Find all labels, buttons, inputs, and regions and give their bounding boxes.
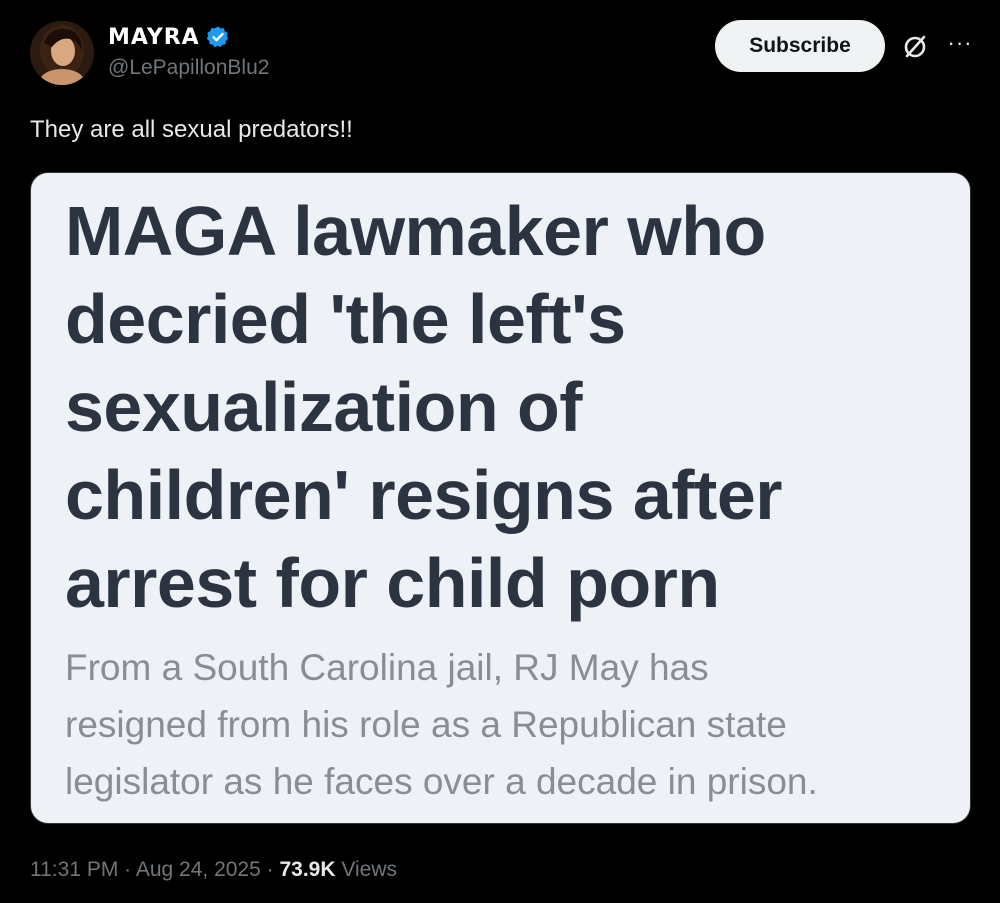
author-handle[interactable]: @LePapillonBlu2 — [108, 56, 269, 80]
author-name-row: MAYRA — [108, 22, 230, 52]
grok-slash-circle-icon[interactable] — [900, 32, 930, 62]
headline-line: children' resigns after — [65, 456, 783, 534]
article-subheadline: From a South Carolina jail, RJ May has r… — [65, 639, 955, 810]
views-label: Views — [335, 858, 397, 881]
avatar-photo-icon — [30, 21, 94, 85]
tweet-media-image[interactable]: MAGA lawmaker who decried 'the left's se… — [30, 172, 971, 824]
article-headline: MAGA lawmaker who decried 'the left's se… — [65, 187, 945, 627]
tweet: MAYRA @LePapillonBlu2 Subscribe ··· They… — [0, 0, 1000, 903]
headline-line: sexualization of — [65, 368, 583, 446]
author-display-name[interactable]: MAYRA — [108, 25, 200, 50]
tweet-time[interactable]: 11:31 PM — [30, 858, 118, 881]
subhead-line: From a South Carolina jail, RJ May has — [65, 647, 709, 688]
meta-separator: · — [260, 858, 280, 881]
meta-separator: · — [118, 858, 136, 881]
tweet-text: They are all sexual predators!! — [30, 116, 353, 143]
tweet-metadata: 11:31 PM · Aug 24, 2025 · 73.9K Views — [30, 858, 397, 882]
subhead-line: legislator as he faces over a decade in … — [65, 761, 818, 802]
verified-badge-icon[interactable] — [206, 25, 230, 49]
headline-line: decried 'the left's — [65, 280, 626, 358]
headline-line: arrest for child porn — [65, 544, 720, 622]
avatar[interactable] — [30, 21, 94, 85]
more-horizontal-icon[interactable]: ··· — [945, 28, 975, 58]
headline-line: MAGA lawmaker who — [65, 192, 766, 270]
tweet-date[interactable]: Aug 24, 2025 — [136, 858, 261, 881]
subscribe-button[interactable]: Subscribe — [715, 20, 885, 72]
subhead-line: resigned from his role as a Republican s… — [65, 704, 787, 745]
views-count[interactable]: 73.9K — [279, 858, 335, 881]
